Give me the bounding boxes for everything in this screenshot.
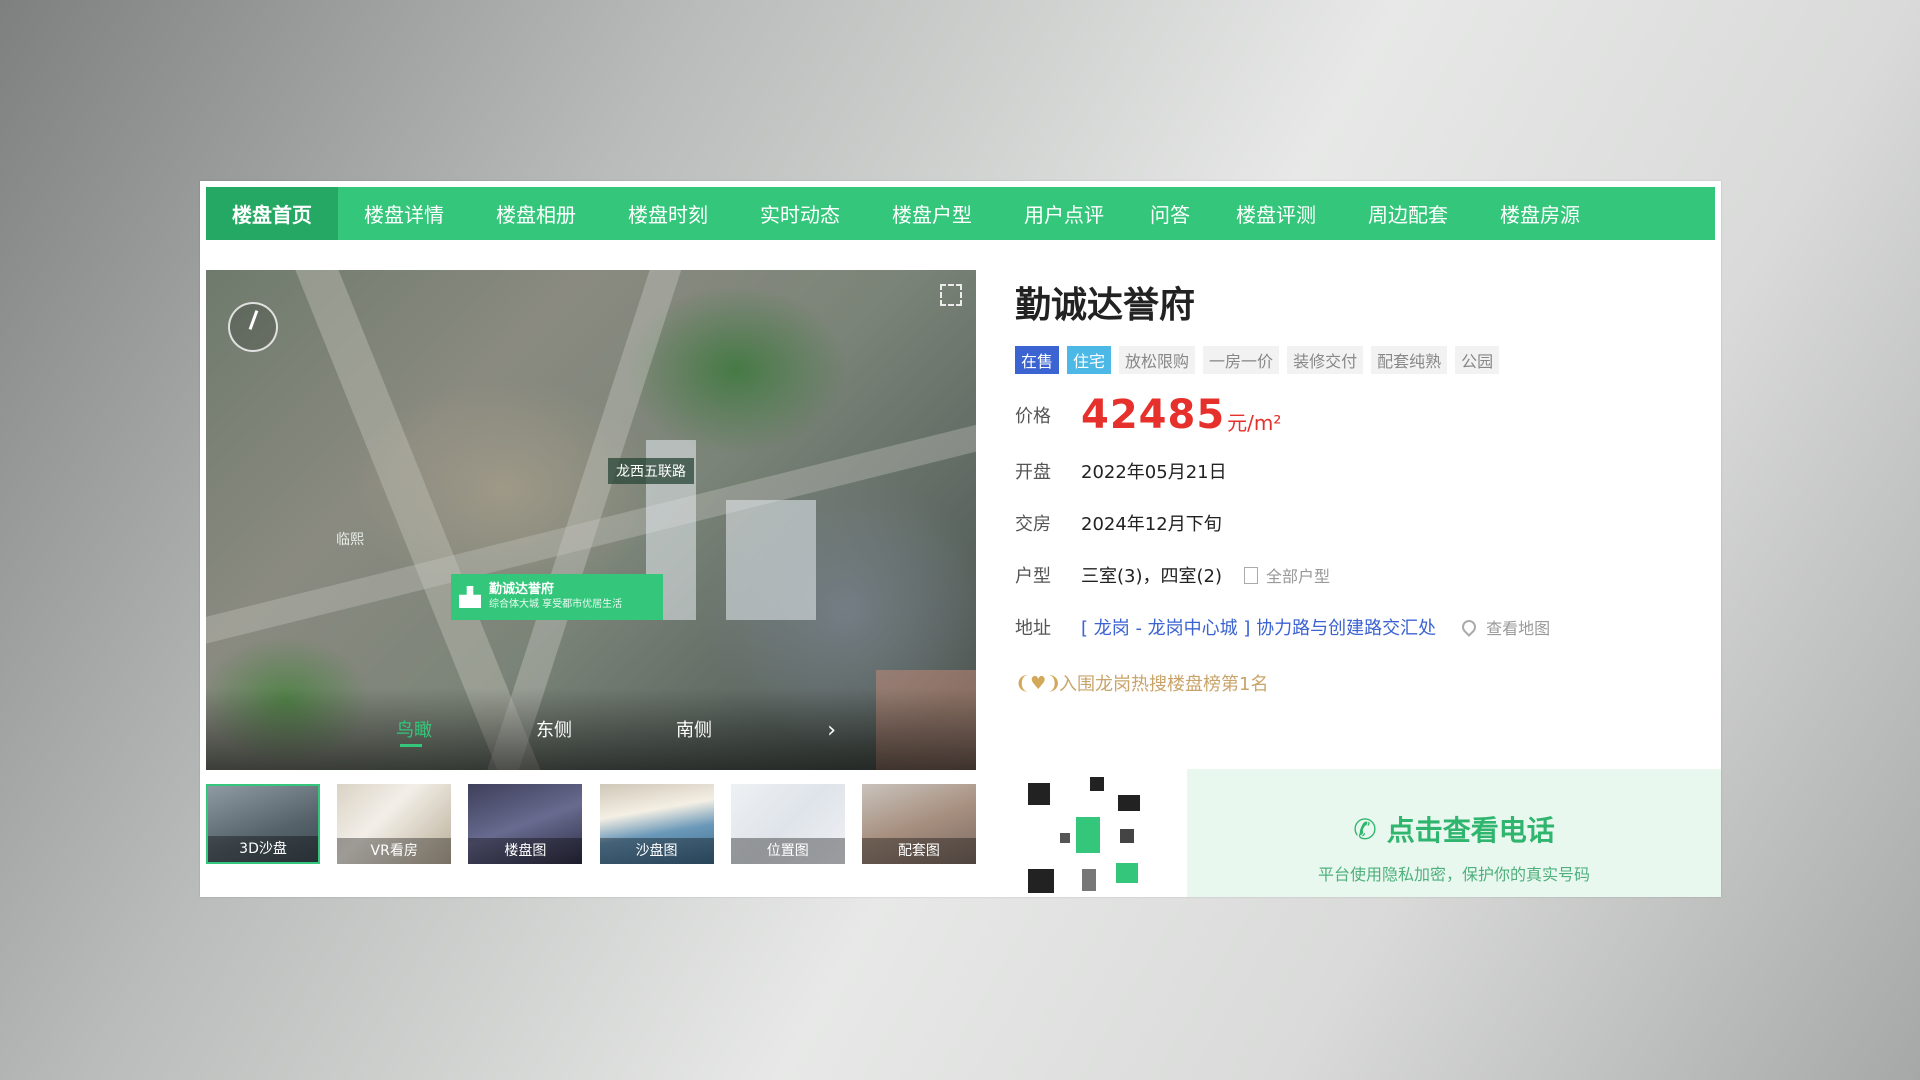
view-map-link[interactable]: 查看地图 bbox=[1486, 615, 1550, 639]
privacy-note: 平台使用隐私加密，保护你的真实号码 bbox=[1317, 865, 1590, 884]
all-layouts-link[interactable]: 全部户型 bbox=[1266, 563, 1330, 587]
opening-value: 2022年05月21日 bbox=[1081, 462, 1227, 483]
nav-details[interactable]: 楼盘详情 bbox=[338, 187, 470, 240]
delivery-value: 2024年12月下旬 bbox=[1081, 514, 1222, 535]
tag: 一房一价 bbox=[1203, 346, 1280, 374]
rank-badge[interactable]: ❨♥❩ 入围龙岗热搜楼盘榜第1名 bbox=[1015, 670, 1705, 696]
pin-title: 勤诚达誉府 bbox=[489, 582, 555, 597]
opening-row: 开盘 2022年05月21日 bbox=[1015, 458, 1705, 484]
trophy-icon: ❨♥❩ bbox=[1015, 672, 1062, 694]
view-tab-south[interactable]: 南侧 bbox=[676, 716, 816, 742]
thumb-caption: 位置图 bbox=[730, 838, 845, 864]
listing-card: 楼盘首页 楼盘详情 楼盘相册 楼盘时刻 实时动态 楼盘户型 用户点评 问答 楼盘… bbox=[200, 181, 1721, 897]
qr-code bbox=[1020, 773, 1150, 897]
aerial-view-image[interactable]: 龙西五联路 临熙 勤诚达誉府 综合体大城 享受都市优居生活 鸟瞰 东侧 南侧 › bbox=[206, 270, 976, 770]
tag: 公园 bbox=[1455, 346, 1500, 374]
thumb-caption: VR看房 bbox=[337, 838, 452, 864]
view-tabs: 鸟瞰 东侧 南侧 › bbox=[206, 688, 976, 770]
nav-news[interactable]: 实时动态 bbox=[734, 187, 866, 240]
building bbox=[726, 500, 816, 620]
fullscreen-icon[interactable] bbox=[940, 284, 962, 306]
tag: 放松限购 bbox=[1119, 346, 1196, 374]
nav-listings[interactable]: 楼盘房源 bbox=[1474, 187, 1606, 240]
price-row: 价格 42485 元/m² bbox=[1015, 392, 1705, 438]
price-value: 42485 bbox=[1081, 392, 1226, 438]
thumb-building[interactable]: 楼盘图 bbox=[468, 784, 583, 864]
layout-row: 户型 三室(3)，四室(2) 全部户型 bbox=[1015, 562, 1705, 588]
nav-album[interactable]: 楼盘相册 bbox=[470, 187, 602, 240]
location-pin-icon bbox=[1459, 617, 1480, 637]
info-panel: 勤诚达誉府 在售 住宅 放松限购 一房一价 装修交付 配套纯熟 公园 价格 42… bbox=[1015, 276, 1705, 696]
thumbnail-strip: 3D沙盘 VR看房 楼盘图 沙盘图 位置图 配套图 bbox=[206, 784, 976, 864]
view-phone-button[interactable]: ✆ 点击查看电话 bbox=[1187, 809, 1721, 849]
building-icon bbox=[459, 586, 481, 608]
thumb-location[interactable]: 位置图 bbox=[730, 784, 845, 864]
tag-status: 在售 bbox=[1015, 346, 1060, 374]
chevron-right-icon[interactable]: › bbox=[827, 718, 836, 743]
nav-home[interactable]: 楼盘首页 bbox=[206, 187, 338, 240]
delivery-label: 交房 bbox=[1015, 514, 1051, 535]
thumb-caption: 楼盘图 bbox=[468, 838, 583, 864]
view-tab-east[interactable]: 东侧 bbox=[536, 716, 676, 742]
price-label: 价格 bbox=[1015, 406, 1051, 427]
tag-list: 在售 住宅 放松限购 一房一价 装修交付 配套纯熟 公园 bbox=[1015, 346, 1705, 374]
layout-label: 户型 bbox=[1015, 566, 1051, 587]
thumb-caption: 沙盘图 bbox=[599, 838, 714, 864]
phone-icon: ✆ bbox=[1353, 812, 1377, 846]
thumb-caption: 3D沙盘 bbox=[208, 836, 318, 862]
rank-text: 入围龙岗热搜楼盘榜第1名 bbox=[1059, 674, 1269, 695]
delivery-row: 交房 2024年12月下旬 bbox=[1015, 510, 1705, 536]
view-tab-aerial[interactable]: 鸟瞰 bbox=[396, 716, 536, 747]
thumb-facilities[interactable]: 配套图 bbox=[861, 784, 976, 864]
tag: 装修交付 bbox=[1287, 346, 1364, 374]
tag: 配套纯熟 bbox=[1371, 346, 1448, 374]
page-title: 勤诚达誉府 bbox=[1015, 285, 1196, 326]
address-label: 地址 bbox=[1015, 618, 1051, 639]
thumb-sandtable[interactable]: 沙盘图 bbox=[599, 784, 714, 864]
address-value[interactable]: [ 龙岗 - 龙岗中心城 ] 协力路与创建路交汇处 bbox=[1081, 614, 1436, 640]
call-panel[interactable]: ✆ 点击查看电话 平台使用隐私加密，保护你的真实号码 bbox=[1187, 769, 1721, 897]
thumb-caption: 配套图 bbox=[861, 838, 976, 864]
thumb-3d-sandtable[interactable]: 3D沙盘 bbox=[206, 784, 320, 864]
nav-qa[interactable]: 问答 bbox=[1130, 187, 1210, 240]
pin-subtitle: 综合体大城 享受都市优居生活 bbox=[489, 599, 623, 610]
compass-icon bbox=[228, 302, 278, 352]
map-label-area: 临熙 bbox=[336, 532, 364, 548]
layout-value: 三室(3)，四室(2) bbox=[1081, 566, 1222, 587]
nav-reviews[interactable]: 用户点评 bbox=[998, 187, 1130, 240]
address-row: 地址 [ 龙岗 - 龙岗中心城 ] 协力路与创建路交汇处 查看地图 bbox=[1015, 614, 1705, 640]
map-label-road: 龙西五联路 bbox=[608, 458, 694, 484]
top-nav: 楼盘首页 楼盘详情 楼盘相册 楼盘时刻 实时动态 楼盘户型 用户点评 问答 楼盘… bbox=[206, 187, 1715, 240]
opening-label: 开盘 bbox=[1015, 462, 1051, 483]
project-pin[interactable]: 勤诚达誉府 综合体大城 享受都市优居生活 bbox=[451, 574, 663, 620]
nav-surroundings[interactable]: 周边配套 bbox=[1342, 187, 1474, 240]
tag-type: 住宅 bbox=[1067, 346, 1112, 374]
price-unit: 元/m² bbox=[1227, 410, 1282, 435]
nav-evaluation[interactable]: 楼盘评测 bbox=[1210, 187, 1342, 240]
nav-moments[interactable]: 楼盘时刻 bbox=[602, 187, 734, 240]
document-icon bbox=[1244, 566, 1258, 584]
nav-floorplans[interactable]: 楼盘户型 bbox=[866, 187, 998, 240]
thumb-vr-tour[interactable]: VR看房 bbox=[337, 784, 452, 864]
view-phone-label: 点击查看电话 bbox=[1386, 814, 1555, 847]
